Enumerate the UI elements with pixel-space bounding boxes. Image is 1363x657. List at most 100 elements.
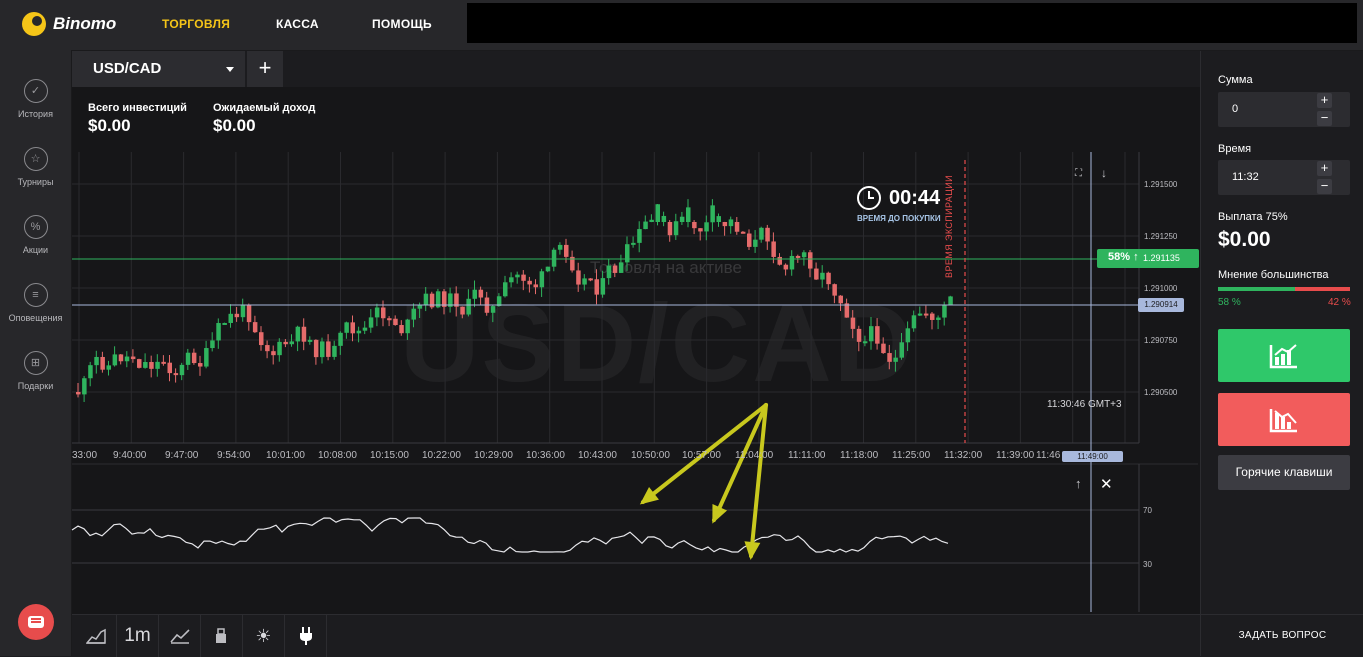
oscillator-tick: 30 bbox=[1143, 560, 1152, 569]
candle bbox=[338, 332, 343, 346]
candle bbox=[649, 219, 654, 222]
time-decrease-button[interactable]: − bbox=[1317, 179, 1332, 194]
candle bbox=[179, 364, 185, 376]
candle bbox=[911, 315, 917, 329]
plugin-button[interactable] bbox=[285, 615, 327, 657]
candle bbox=[106, 365, 111, 370]
ask-question-button[interactable]: ЗАДАТЬ ВОПРОС bbox=[1201, 614, 1363, 657]
candle bbox=[893, 357, 898, 362]
candle bbox=[173, 373, 179, 376]
candle bbox=[124, 356, 130, 362]
candle bbox=[545, 266, 551, 272]
candle bbox=[917, 313, 923, 316]
time-tick: 10:01:00 bbox=[266, 450, 305, 461]
candle bbox=[667, 222, 673, 236]
time-tick: 10:29:00 bbox=[474, 450, 513, 461]
candle bbox=[320, 341, 325, 358]
indicators-button[interactable] bbox=[159, 615, 201, 657]
candle bbox=[734, 222, 740, 232]
candle bbox=[557, 244, 563, 250]
arrow-down-icon[interactable]: ↓ bbox=[1101, 166, 1107, 180]
candle bbox=[673, 221, 679, 236]
price-chart bbox=[71, 152, 1199, 612]
candle bbox=[789, 255, 795, 270]
trade-panel: Сумма 0 + − Время 11:32 + − Выплата 75% … bbox=[1200, 51, 1363, 656]
candle bbox=[399, 325, 404, 334]
price-tick: 1.291250 bbox=[1144, 232, 1178, 241]
candle bbox=[801, 252, 807, 258]
candle bbox=[271, 351, 276, 356]
close-indicator-icon[interactable]: ✕ bbox=[1100, 475, 1113, 493]
candle bbox=[716, 216, 721, 222]
plug-icon bbox=[299, 627, 312, 645]
candle bbox=[374, 307, 380, 318]
candle bbox=[149, 362, 154, 369]
candle bbox=[655, 204, 660, 222]
candle bbox=[88, 365, 93, 379]
arrow-up-icon[interactable]: ↑ bbox=[1075, 476, 1082, 491]
candle bbox=[76, 392, 81, 395]
time-tick: 11:04:00 bbox=[735, 450, 774, 461]
candle bbox=[417, 305, 423, 309]
candle bbox=[838, 295, 843, 304]
candle bbox=[923, 313, 929, 316]
hotkeys-button[interactable]: Горячие клавиши bbox=[1218, 455, 1350, 490]
chart-type-button[interactable] bbox=[75, 615, 117, 657]
candle bbox=[539, 271, 545, 288]
time-increase-button[interactable]: + bbox=[1317, 161, 1332, 176]
candle bbox=[710, 205, 715, 223]
candle bbox=[503, 282, 508, 297]
candle bbox=[765, 227, 770, 242]
candle bbox=[783, 264, 789, 270]
candle bbox=[747, 233, 752, 247]
candle bbox=[551, 249, 557, 267]
candle bbox=[576, 270, 581, 285]
candle bbox=[191, 352, 197, 364]
price-tick: 1.291000 bbox=[1144, 284, 1178, 293]
fullscreen-icon[interactable]: ⛶ bbox=[1075, 168, 1086, 179]
candle bbox=[564, 244, 569, 257]
indicators-icon bbox=[169, 629, 190, 644]
candle bbox=[210, 340, 215, 349]
candle bbox=[155, 361, 160, 369]
candle bbox=[326, 341, 331, 357]
price-tick: 1.290500 bbox=[1144, 388, 1178, 397]
buy-down-button[interactable] bbox=[1218, 393, 1350, 446]
candle bbox=[740, 231, 746, 234]
candle bbox=[930, 313, 935, 320]
majority-bar bbox=[1218, 287, 1350, 291]
buy-up-button[interactable] bbox=[1218, 329, 1350, 382]
candle bbox=[759, 227, 764, 240]
drawing-tools-button[interactable] bbox=[201, 615, 243, 657]
area-chart-icon bbox=[85, 628, 106, 644]
candle bbox=[387, 318, 392, 321]
candle bbox=[82, 378, 87, 395]
oscillator-line bbox=[71, 517, 949, 553]
majority-label: Мнение большинства bbox=[1218, 269, 1329, 281]
price-tick: 1.291500 bbox=[1144, 180, 1178, 189]
amount-label: Сумма bbox=[1218, 74, 1253, 86]
candle bbox=[118, 354, 124, 362]
time-tick: 11:25:00 bbox=[892, 450, 931, 461]
current-price-badge: 1.290914 bbox=[1138, 298, 1184, 312]
candle bbox=[643, 221, 648, 230]
candle bbox=[814, 268, 819, 280]
theme-toggle-button[interactable]: ☀ bbox=[243, 615, 285, 657]
candle bbox=[283, 341, 288, 345]
timeframe-button[interactable]: 1m bbox=[117, 615, 159, 657]
clock-icon bbox=[857, 186, 881, 210]
candle bbox=[631, 242, 636, 245]
candle bbox=[234, 313, 240, 318]
candle bbox=[722, 222, 728, 227]
candle bbox=[826, 272, 831, 285]
candle bbox=[881, 343, 886, 354]
candle bbox=[240, 304, 246, 318]
candle bbox=[167, 362, 172, 374]
time-tick: 10:43:00 bbox=[578, 450, 617, 461]
amount-increase-button[interactable]: + bbox=[1317, 93, 1332, 108]
candle bbox=[246, 304, 252, 323]
amount-decrease-button[interactable]: − bbox=[1317, 111, 1332, 126]
time-label: Время bbox=[1218, 143, 1252, 155]
candle bbox=[277, 341, 282, 356]
candle bbox=[100, 356, 105, 370]
